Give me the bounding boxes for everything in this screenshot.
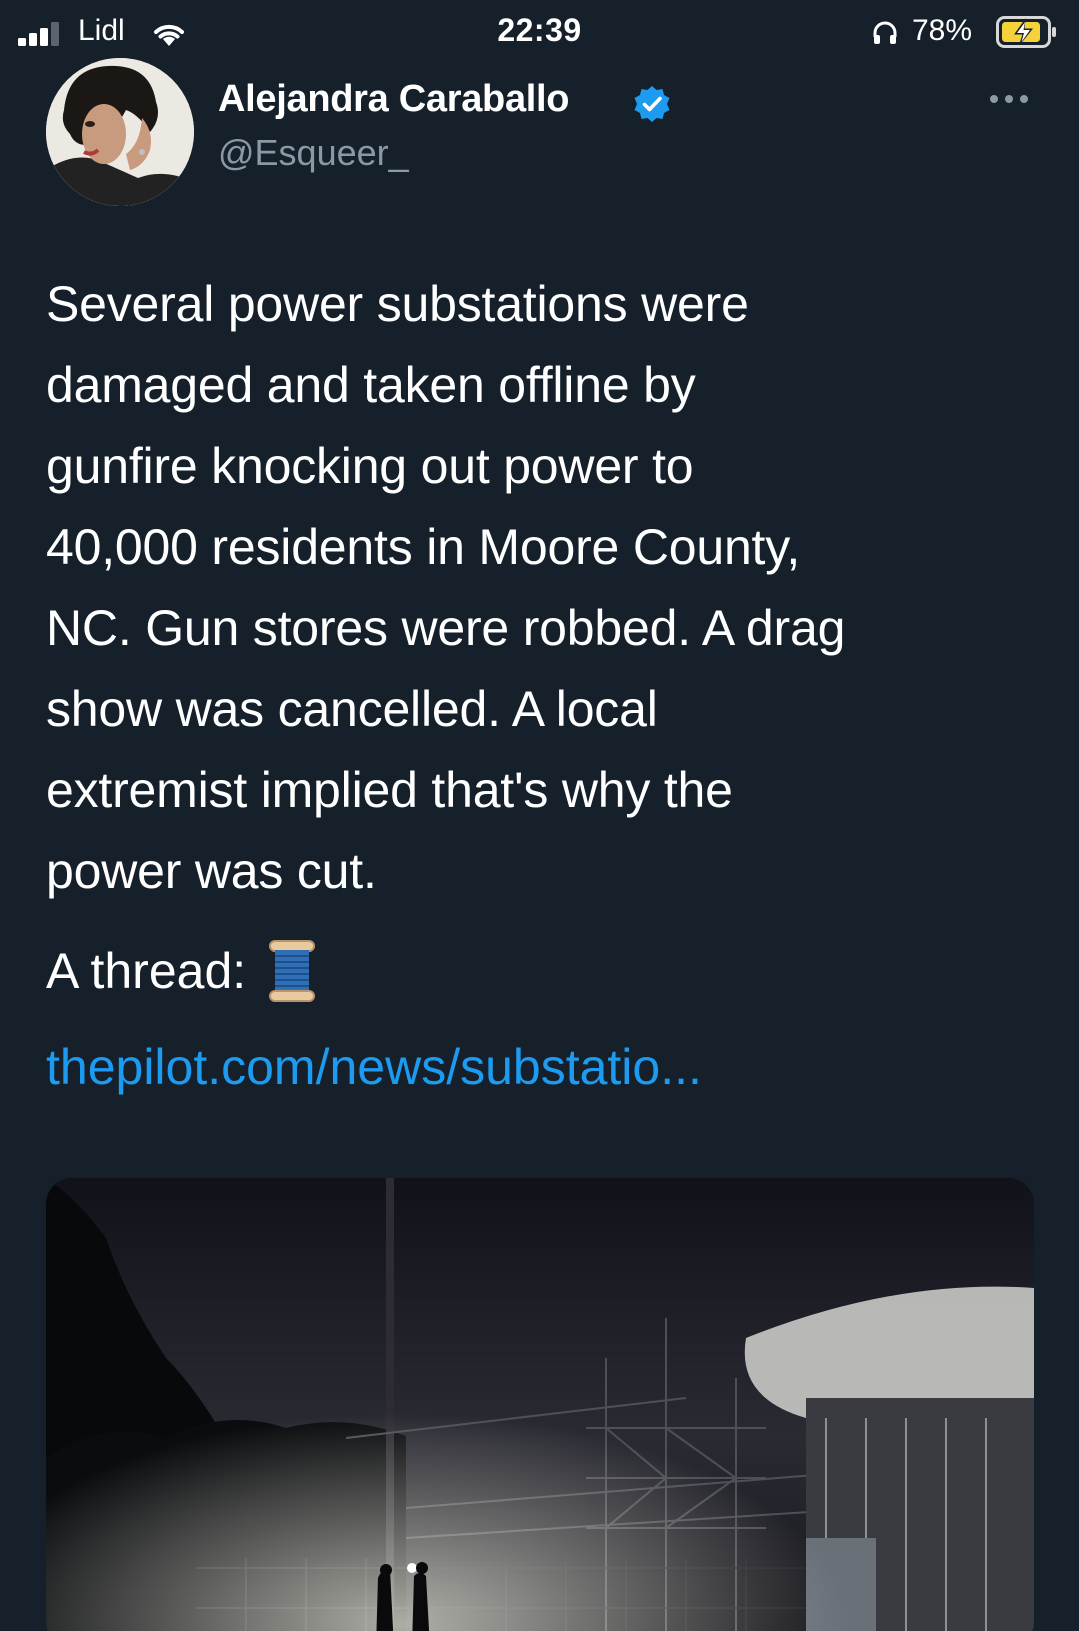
author-name[interactable]: Alejandra Caraballo — [218, 78, 570, 121]
tweet-screen: Lidl 22:39 78% Alejandra Caraballo @Esqu… — [0, 0, 1079, 1631]
verified-badge-icon — [634, 86, 670, 122]
avatar-photo — [46, 58, 194, 206]
spool-of-thread-icon — [269, 940, 316, 1002]
substation-night-photo — [46, 1178, 1034, 1631]
author-avatar[interactable] — [46, 58, 194, 206]
battery-charging-icon — [996, 16, 1056, 48]
battery-percentage: 78% — [912, 14, 973, 47]
tweet-media-image[interactable] — [46, 1178, 1034, 1631]
article-link[interactable]: thepilot.com/news/substatio... — [46, 1038, 702, 1096]
headphones-icon — [873, 21, 897, 44]
more-options-icon[interactable] — [988, 92, 1030, 106]
author-handle[interactable]: @Esqueer_ — [218, 132, 409, 174]
tweet-text: Several power substations were damaged a… — [46, 276, 846, 899]
status-bar: Lidl 22:39 78% — [0, 0, 1079, 62]
thread-label: A thread: — [46, 943, 247, 999]
thread-line: A thread: — [46, 936, 316, 1006]
